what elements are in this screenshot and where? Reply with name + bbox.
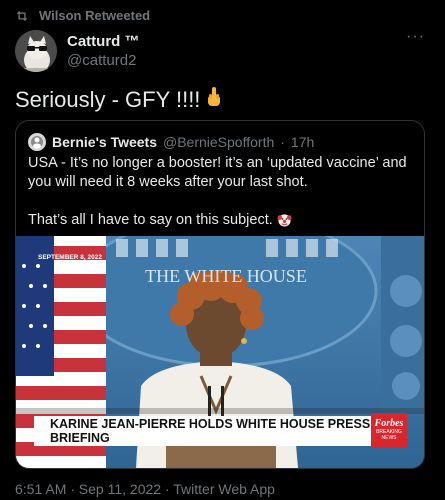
quoted-paragraph-2-row: That’s all I have to say on this subject… <box>28 211 412 230</box>
quoted-paragraph-2: That’s all I have to say on this subject… <box>28 212 273 228</box>
quoted-name[interactable]: Bernie's Tweets <box>52 134 157 150</box>
more-icon[interactable]: ··· <box>406 29 425 45</box>
forbes-logo-name: Forbes <box>374 418 404 429</box>
quoted-avatar-icon <box>31 136 43 149</box>
chyron-text: KARINE JEAN-PIERRE HOLDS WHITE HOUSE PRE… <box>50 417 371 445</box>
backdrop-text: THE WHITE HOUSE <box>145 266 307 286</box>
tweet-timestamp[interactable]: 6:51 AM · Sep 11, 2022 · Twitter Web App <box>15 481 275 497</box>
quoted-age[interactable]: 17h <box>291 134 314 150</box>
quoted-handle[interactable]: @BernieSpofforth <box>163 134 274 150</box>
tweet-text: Seriously - GFY !!!! <box>15 86 201 112</box>
author-avatar[interactable] <box>15 30 57 72</box>
forbes-logo-sub: BREAKING NEWS <box>376 429 402 441</box>
forbes-logo: Forbes BREAKING NEWS <box>371 413 407 447</box>
retweet-icon <box>16 10 28 21</box>
quoted-avatar <box>28 133 46 151</box>
video-thumbnail[interactable]: THE WHITE HOUSE SEPTEMBER 8, 2022 KARINE… <box>16 236 424 468</box>
news-chyron: KARINE JEAN-PIERRE HOLDS WHITE HOUSE PRE… <box>34 416 386 446</box>
author-display-name[interactable]: Catturd ™ <box>67 32 140 51</box>
cat-avatar-image <box>15 30 57 72</box>
quoted-paragraph-1: USA - It’s no longer a booster! it’s an … <box>28 155 407 190</box>
retweet-label: Wilson Retweeted <box>39 8 151 23</box>
clown-emoji <box>277 214 292 227</box>
retweet-indicator[interactable]: Wilson Retweeted <box>15 8 150 23</box>
middle-finger-emoji <box>206 86 222 113</box>
quoted-tweet[interactable]: Bernie's Tweets @BernieSpofforth · 17h U… <box>15 120 425 469</box>
quoted-separator: · <box>280 134 285 150</box>
author-handle[interactable]: @catturd2 <box>67 51 140 70</box>
quoted-body: USA - It’s no longer a booster! it’s an … <box>28 154 412 230</box>
video-date: SEPTEMBER 8, 2022 <box>38 254 102 261</box>
tweet-text-row: Seriously - GFY !!!! <box>15 86 222 113</box>
